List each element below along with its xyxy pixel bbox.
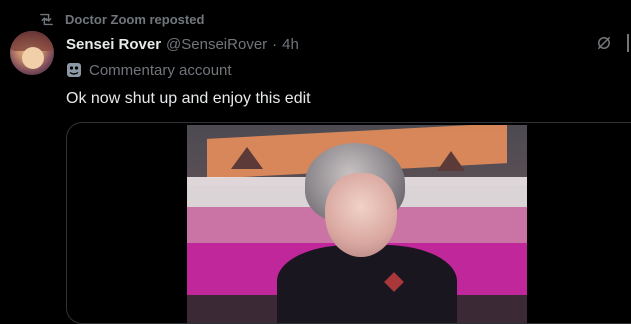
timestamp[interactable]: 4h: [282, 36, 299, 53]
tweet-actions-top: [595, 34, 631, 52]
mask-icon: [66, 62, 82, 78]
grok-icon[interactable]: [595, 34, 613, 52]
more-options-icon[interactable]: [625, 34, 631, 52]
account-label: Commentary account: [66, 60, 232, 80]
media-container[interactable]: [66, 122, 631, 324]
tweet-header: Sensei Rover @SenseiRover · 4h: [66, 34, 299, 54]
author-name[interactable]: Sensei Rover: [66, 36, 161, 53]
repost-text: Doctor Zoom reposted: [65, 11, 205, 27]
repost-icon: [38, 11, 55, 28]
video-stage-shape: [437, 151, 465, 171]
separator-dot: ·: [272, 35, 278, 53]
account-label-text: Commentary account: [89, 61, 232, 79]
avatar-face: [22, 47, 44, 69]
author-handle[interactable]: @SenseiRover: [166, 36, 267, 53]
video-player[interactable]: [187, 125, 527, 323]
repost-context[interactable]: Doctor Zoom reposted: [38, 10, 204, 28]
tweet-text: Ok now shut up and enjoy this edit: [66, 90, 311, 107]
avatar[interactable]: [10, 31, 54, 75]
video-person-face: [325, 173, 397, 257]
video-stage-shape: [231, 147, 263, 169]
